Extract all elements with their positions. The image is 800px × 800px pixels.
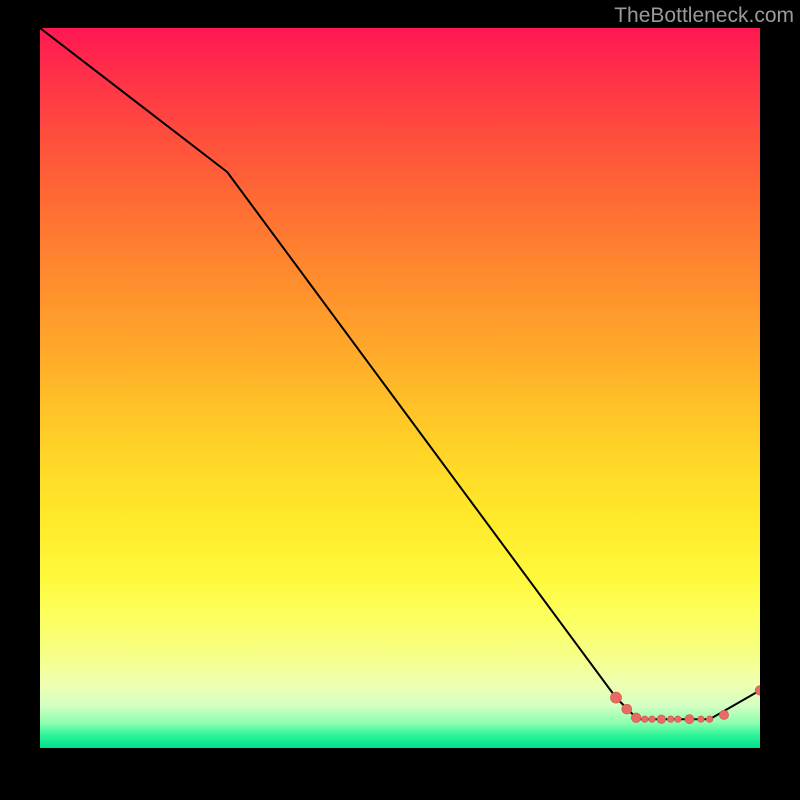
- marker-point: [642, 716, 649, 723]
- marker-point: [667, 716, 674, 723]
- marker-point: [698, 716, 705, 723]
- marker-point: [610, 692, 621, 703]
- marker-point: [706, 716, 713, 723]
- chart-container: TheBottleneck.com: [0, 0, 800, 800]
- marker-point: [649, 716, 656, 723]
- marker-point: [631, 713, 641, 723]
- line-layer: [40, 28, 760, 748]
- watermark-text: TheBottleneck.com: [614, 4, 794, 28]
- marker-point: [622, 704, 632, 714]
- marker-point: [675, 716, 682, 723]
- marker-point: [657, 715, 666, 724]
- marker-point: [685, 715, 694, 724]
- series-curve: [40, 28, 760, 719]
- marker-point: [719, 710, 728, 719]
- plot-area: [40, 28, 760, 748]
